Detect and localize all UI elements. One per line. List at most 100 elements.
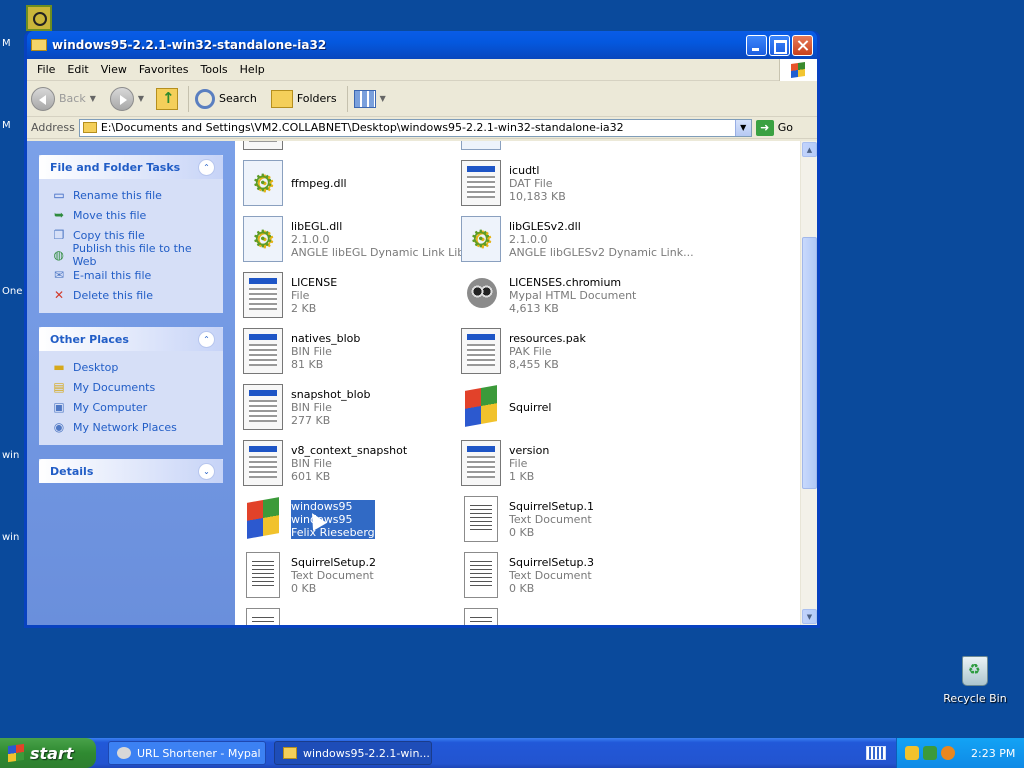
scroll-up-arrow-icon[interactable]: ▲ xyxy=(802,142,817,157)
close-button[interactable] xyxy=(792,34,813,56)
task-label: Delete this file xyxy=(73,288,153,302)
up-folder-button[interactable] xyxy=(156,87,179,110)
task-delete-file[interactable]: ✕ Delete this file xyxy=(51,285,215,305)
file-item[interactable]: resources.pak PAK File 8,455 KB xyxy=(461,325,671,377)
file-item[interactable]: LICENSE File 2 KB xyxy=(243,269,453,321)
forward-button[interactable]: ▼ xyxy=(109,86,144,111)
file-item[interactable]: snapshot_blob BIN File 277 KB xyxy=(243,381,453,433)
file-item[interactable]: ffmpeg.dll xyxy=(243,157,453,209)
search-button[interactable]: Search xyxy=(195,88,257,109)
start-button[interactable]: start xyxy=(0,738,96,768)
network-icon[interactable] xyxy=(923,746,937,760)
menu-help[interactable]: Help xyxy=(234,61,271,78)
taskbar-item-url-shortener[interactable]: URL Shortener - Mypal xyxy=(108,741,266,765)
file-item[interactable]: 309 KB xyxy=(243,141,453,153)
app-file-icon xyxy=(461,160,501,206)
views-button[interactable]: ▼ xyxy=(353,89,386,108)
toolbar-separator xyxy=(346,85,348,112)
panel-title: File and Folder Tasks xyxy=(50,160,181,174)
file-type: Text Document xyxy=(291,568,374,582)
file-item[interactable]: SquirrelSetup.5 xyxy=(461,605,671,625)
chevron-down-icon[interactable]: ▼ xyxy=(90,94,96,103)
menu-view[interactable]: View xyxy=(95,61,133,78)
place-label: My Documents xyxy=(73,380,156,394)
place-my-network-places[interactable]: ◉ My Network Places xyxy=(51,417,215,437)
panel-header[interactable]: File and Folder Tasks ⌃ xyxy=(39,155,223,179)
collapse-icon[interactable]: ⌃ xyxy=(198,158,215,176)
go-button[interactable]: ➜ Go xyxy=(755,119,793,136)
file-item[interactable]: LICENSES.chromium Mypal HTML Document 4,61… xyxy=(461,269,671,321)
task-publish-web[interactable]: ◍ Publish this file to the Web xyxy=(51,242,215,268)
vertical-scrollbar[interactable]: ▲ ▼ xyxy=(800,141,817,625)
minimize-button[interactable] xyxy=(746,34,767,56)
file-item[interactable]: libEGL.dll2.1.0.0ANGLE libEGL Dynamic Li… xyxy=(243,213,475,265)
task-email-file[interactable]: ✉ E-mail this file xyxy=(51,265,215,285)
file-item[interactable]: icudtl DAT File 10,183 KB xyxy=(461,157,671,209)
menu-tools[interactable]: Tools xyxy=(195,61,234,78)
shield-icon[interactable] xyxy=(905,746,919,760)
address-input[interactable]: E:\Documents and Settings\VM2.COLLABNET\… xyxy=(78,118,752,137)
file-name: snapshot_blob xyxy=(291,387,371,401)
file-item[interactable]: version File 1 KB xyxy=(461,437,671,489)
windows-logo-icon xyxy=(779,59,817,81)
scroll-down-arrow-icon[interactable]: ▼ xyxy=(802,609,817,624)
panel-title: Details xyxy=(50,464,94,478)
taskbar-item-explorer[interactable]: windows95-2.2.1-win... xyxy=(274,741,432,765)
scrollbar-thumb[interactable] xyxy=(802,237,817,489)
folders-button[interactable]: Folders xyxy=(270,89,337,108)
dll-file-icon xyxy=(461,141,501,150)
place-label: Desktop xyxy=(73,360,119,374)
dll-file-icon xyxy=(243,160,283,206)
file-type: BIN File xyxy=(291,400,332,414)
file-item[interactable]: v8_context_snapshot BIN File 601 KB xyxy=(243,437,453,489)
address-dropdown-button[interactable]: ▼ xyxy=(734,119,751,136)
menu-favorites[interactable]: Favorites xyxy=(133,61,195,78)
file-item[interactable]: SquirrelSetup.2 Text Document 0 KB xyxy=(243,549,453,601)
chevron-down-icon[interactable]: ▼ xyxy=(138,94,144,103)
file-item[interactable]: SquirrelSetup.1 Text Document 0 KB xyxy=(461,493,671,545)
folders-label: Folders xyxy=(296,92,337,105)
desktop-shortcut-icon[interactable] xyxy=(26,5,52,31)
task-pane: File and Folder Tasks ⌃ ▭ Rename this fil… xyxy=(27,141,235,625)
delete-icon: ✕ xyxy=(53,288,65,302)
file-folder-tasks-panel: File and Folder Tasks ⌃ ▭ Rename this fil… xyxy=(39,155,223,313)
recycle-bin[interactable]: Recycle Bin xyxy=(940,656,1010,705)
recycle-bin-icon xyxy=(962,656,988,686)
file-name: windows95 xyxy=(291,499,353,513)
file-type: windows95 xyxy=(291,512,353,526)
panel-header[interactable]: Other Places ⌃ xyxy=(39,327,223,351)
other-places-panel: Other Places ⌃ ▬ Desktop ▤ My Documents ▣ M… xyxy=(39,327,223,445)
file-item[interactable]: Direct3D HLSL Compiler for Re... xyxy=(461,141,671,153)
file-item[interactable]: natives_blob BIN File 81 KB xyxy=(243,325,453,377)
task-move-file[interactable]: ➥ Move this file xyxy=(51,205,215,225)
menu-file[interactable]: File xyxy=(31,61,61,78)
place-label: My Network Places xyxy=(73,420,177,434)
place-desktop[interactable]: ▬ Desktop xyxy=(51,357,215,377)
clock[interactable]: 2:23 PM xyxy=(971,747,1015,760)
dll-file-icon xyxy=(461,216,501,262)
file-item[interactable]: SquirrelSetup.4 xyxy=(243,605,453,625)
title-bar[interactable]: windows95-2.2.1-win32-standalone-ia32 xyxy=(27,31,817,59)
file-detail: 277 KB xyxy=(291,413,331,427)
search-icon[interactable] xyxy=(941,746,955,760)
keyboard-icon[interactable] xyxy=(866,746,886,760)
file-item[interactable]: windows95 windows95 Felix Rieseberg xyxy=(243,493,453,545)
file-detail: 81 KB xyxy=(291,357,324,371)
menu-edit[interactable]: Edit xyxy=(61,61,94,78)
panel-header[interactable]: Details ⌄ xyxy=(39,459,223,483)
file-type: Text Document xyxy=(509,568,592,582)
expand-icon[interactable]: ⌄ xyxy=(198,462,215,480)
collapse-icon[interactable]: ⌃ xyxy=(198,330,215,348)
dll-file-icon xyxy=(243,216,283,262)
taskbar-item-label: windows95-2.2.1-win... xyxy=(303,746,430,760)
file-item[interactable]: SquirrelSetup.3 Text Document 0 KB xyxy=(461,549,671,601)
file-item[interactable]: Squirrel xyxy=(461,381,671,433)
back-button[interactable]: Back ▼ xyxy=(31,86,96,111)
maximize-button[interactable] xyxy=(769,34,790,56)
chevron-down-icon[interactable]: ▼ xyxy=(380,94,386,103)
file-item[interactable]: libGLESv2.dll2.1.0.0ANGLE libGLESv2 Dyna… xyxy=(461,213,694,265)
place-my-computer[interactable]: ▣ My Computer xyxy=(51,397,215,417)
task-rename-file[interactable]: ▭ Rename this file xyxy=(51,185,215,205)
place-my-documents[interactable]: ▤ My Documents xyxy=(51,377,215,397)
taskbar-item-label: URL Shortener - Mypal xyxy=(137,746,261,760)
